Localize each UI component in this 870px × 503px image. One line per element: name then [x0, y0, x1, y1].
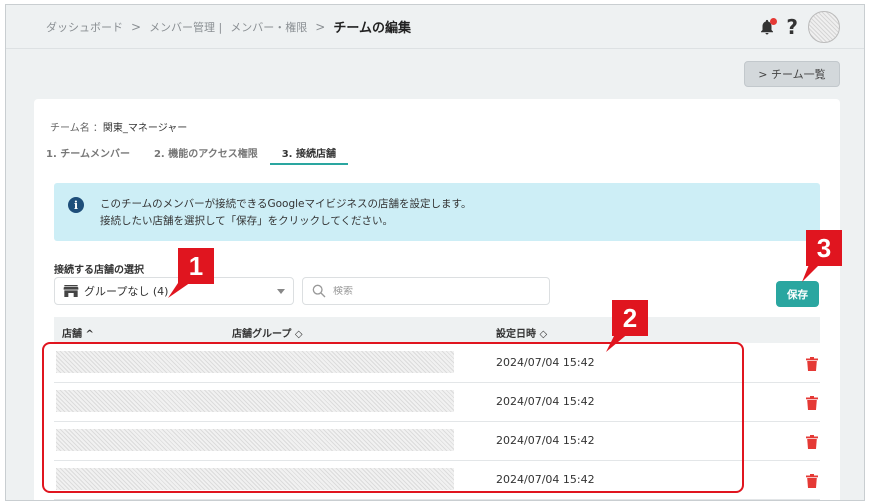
chevron-down-icon [277, 289, 285, 294]
redacted-store-cell [56, 351, 454, 373]
table-row: 2024/07/04 15:42 [54, 422, 820, 461]
tab-connected-stores[interactable]: 3. 接続店舗 [269, 139, 348, 165]
annotation-marker-1: 1 [178, 248, 214, 284]
avatar[interactable] [808, 11, 840, 43]
team-name-value: 関東_マネージャー [102, 123, 188, 134]
redacted-store-cell [56, 429, 454, 451]
table-row: 2024/07/04 15:42 [54, 344, 820, 383]
bell-icon[interactable] [758, 17, 778, 37]
tabs: 1. チームメンバー 2. 機能のアクセス権限 3. 接続店舗 [46, 139, 372, 165]
column-set-date[interactable]: 設定日時 ◇ [496, 325, 547, 340]
annotation-marker-2: 2 [612, 300, 648, 336]
column-store-group[interactable]: 店舗グループ ◇ [232, 325, 303, 340]
save-button[interactable]: 保存 [776, 281, 819, 307]
search-icon [312, 284, 326, 298]
breadcrumb-member-management[interactable]: メンバー管理 | [149, 19, 222, 35]
tab-feature-access[interactable]: 2. 機能のアクセス権限 [154, 139, 258, 165]
info-banner: i このチームのメンバーが接続できるGoogleマイビジネスの店舗を設定します。… [54, 183, 820, 241]
date-cell: 2024/07/04 15:42 [496, 473, 595, 486]
breadcrumb: ダッシュボード > メンバー管理 | メンバー・権限 > チームの編集 [46, 17, 411, 37]
team-name-label: チーム名 ： [50, 123, 103, 134]
trash-icon[interactable] [806, 434, 818, 449]
app-window: ダッシュボード > メンバー管理 | メンバー・権限 > チームの編集 ? > … [5, 4, 865, 501]
breadcrumb-separator: > [131, 19, 142, 34]
date-cell: 2024/07/04 15:42 [496, 395, 595, 408]
search-input[interactable] [333, 285, 533, 297]
store-icon [63, 285, 79, 297]
team-list-button[interactable]: > チーム一覧 [744, 61, 840, 87]
column-store[interactable]: 店舗 ^ [62, 325, 94, 340]
team-name: チーム名 ：関東_マネージャー [50, 119, 187, 134]
breadcrumb-dashboard[interactable]: ダッシュボード [46, 19, 123, 35]
annotation-pointer-3 [802, 262, 822, 282]
info-text: このチームのメンバーが接続できるGoogleマイビジネスの店舗を設定します。 接… [100, 196, 471, 230]
trash-icon[interactable] [806, 473, 818, 488]
breadcrumb-members-permissions[interactable]: メンバー・権限 [230, 19, 307, 35]
search-field[interactable] [302, 277, 550, 305]
help-icon[interactable]: ? [786, 17, 798, 37]
info-icon: i [68, 197, 84, 213]
trash-icon[interactable] [806, 395, 818, 410]
edit-card: チーム名 ：関東_マネージャー 1. チームメンバー 2. 機能のアクセス権限 … [34, 99, 840, 500]
table-row: 2024/07/04 15:42 [54, 461, 820, 500]
info-line-2: 接続したい店舗を選択して「保存」をクリックしてください。 [100, 215, 394, 227]
table-header: 店舗 ^ 店舗グループ ◇ 設定日時 ◇ [54, 317, 820, 343]
redacted-store-cell [56, 468, 454, 490]
date-cell: 2024/07/04 15:42 [496, 434, 595, 447]
header-actions: ? [758, 11, 840, 43]
store-group-selected: グループなし (4) [84, 285, 169, 298]
date-cell: 2024/07/04 15:42 [496, 356, 595, 369]
info-line-1: このチームのメンバーが接続できるGoogleマイビジネスの店舗を設定します。 [100, 198, 472, 210]
breadcrumb-separator: > [315, 19, 326, 34]
redacted-store-cell [56, 390, 454, 412]
trash-icon[interactable] [806, 356, 818, 371]
table-row: 2024/07/04 15:42 [54, 383, 820, 422]
annotation-pointer-2 [606, 332, 630, 352]
page-title: チームの編集 [333, 21, 411, 36]
store-select-label: 接続する店舗の選択 [54, 265, 144, 276]
top-bar: ダッシュボード > メンバー管理 | メンバー・権限 > チームの編集 ? [6, 5, 864, 49]
tab-team-members[interactable]: 1. チームメンバー [46, 139, 130, 165]
annotation-pointer-1 [168, 280, 194, 298]
annotation-marker-3: 3 [806, 230, 842, 266]
